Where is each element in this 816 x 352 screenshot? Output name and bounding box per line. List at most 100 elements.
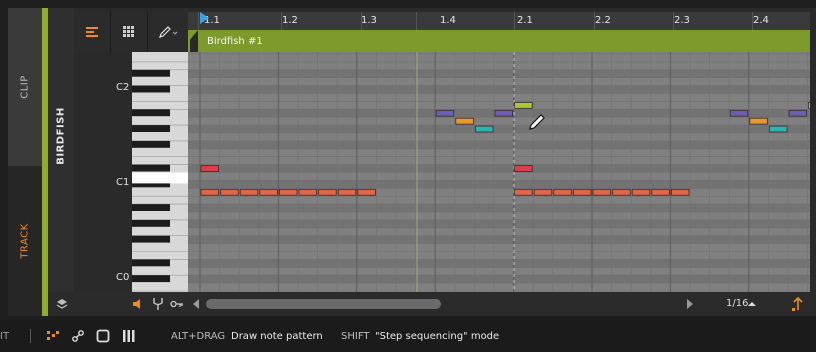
grid-pitch-row — [188, 85, 810, 94]
hovered-white-key[interactable] — [132, 172, 188, 184]
midi-note[interactable] — [279, 188, 298, 196]
grid-pitch-row — [188, 125, 810, 133]
editor-footer: 1/16 — [48, 292, 810, 316]
ruler-label: 1.4 — [440, 15, 456, 26]
piano-keyboard[interactable]: C2 C1 C0 — [74, 52, 188, 300]
black-key[interactable] — [132, 69, 170, 77]
black-key[interactable] — [132, 109, 170, 117]
fork-icon[interactable] — [152, 297, 164, 311]
key-label-c2: C2 — [116, 82, 130, 93]
midi-note[interactable] — [318, 188, 337, 196]
grid-pitch-row — [188, 180, 810, 189]
black-key[interactable] — [132, 219, 170, 227]
scroll-left-icon[interactable] — [192, 299, 200, 309]
midi-note[interactable] — [239, 188, 259, 196]
black-key[interactable] — [132, 140, 170, 148]
grid-pitch-row — [188, 212, 810, 220]
midi-note[interactable] — [474, 125, 494, 133]
clip-header[interactable]: Birdfish #1 — [198, 30, 810, 52]
pencil-icon — [159, 26, 178, 38]
midi-note[interactable] — [651, 188, 670, 196]
horizontal-scrollbar-thumb[interactable] — [206, 299, 441, 309]
midi-note[interactable] — [435, 109, 455, 117]
midi-note[interactable] — [494, 109, 514, 117]
midi-note[interactable] — [337, 188, 357, 196]
midi-note[interactable] — [514, 102, 533, 109]
midi-note[interactable] — [631, 188, 651, 196]
clip-name: Birdfish #1 — [207, 36, 263, 47]
speaker-icon[interactable] — [132, 298, 144, 310]
grid-pitch-row — [188, 69, 810, 78]
chevron-up-icon[interactable] — [748, 301, 756, 307]
grid-resolution-select[interactable]: 1/16 — [726, 298, 748, 309]
ruler-label: 2.3 — [674, 15, 690, 26]
grid-pitch-row — [188, 140, 810, 149]
midi-note[interactable] — [553, 188, 572, 196]
midi-note[interactable] — [612, 188, 631, 196]
grid-pitch-row — [188, 164, 810, 173]
snap-toggle-icon[interactable] — [792, 297, 804, 311]
midi-note[interactable] — [533, 188, 553, 196]
grid-pitch-row — [188, 219, 810, 228]
black-key[interactable] — [132, 259, 170, 267]
midi-note[interactable] — [514, 165, 533, 172]
pattern-icon[interactable] — [46, 330, 60, 342]
grid-pitch-row — [188, 93, 810, 102]
midi-note[interactable] — [572, 188, 592, 196]
draw-tool-button[interactable] — [148, 12, 188, 52]
piano-roll-icon — [86, 27, 98, 37]
midi-note[interactable] — [769, 125, 788, 133]
columns-icon[interactable] — [122, 329, 136, 343]
playhead-marker-icon[interactable] — [200, 12, 210, 24]
midi-note[interactable] — [200, 165, 220, 172]
black-key[interactable] — [132, 275, 170, 283]
midi-note[interactable] — [357, 188, 376, 196]
piano-roll-view-button[interactable] — [74, 12, 111, 52]
tab-clip[interactable]: CLIP — [8, 8, 43, 166]
midi-note[interactable] — [298, 188, 318, 196]
midi-note[interactable] — [455, 117, 474, 125]
note-grid[interactable] — [188, 52, 810, 292]
status-divider — [30, 329, 31, 343]
scroll-right-icon[interactable] — [686, 299, 694, 309]
tab-track[interactable]: TRACK — [8, 166, 43, 316]
grid-pitch-row — [188, 275, 810, 284]
tab-track-label: TRACK — [19, 223, 31, 259]
midi-note[interactable] — [729, 109, 749, 117]
ruler-label: 1.2 — [282, 15, 298, 26]
ruler-label: 2.4 — [753, 15, 769, 26]
grid-pitch-row — [188, 227, 810, 236]
midi-note[interactable] — [592, 188, 612, 196]
midi-note[interactable] — [670, 188, 690, 196]
status-left-cut: IT — [0, 331, 10, 342]
square-icon[interactable] — [96, 329, 110, 343]
ruler-label: 2.1 — [517, 15, 533, 26]
black-key[interactable] — [132, 164, 170, 172]
grid-icon — [123, 26, 134, 37]
midi-note[interactable] — [259, 188, 278, 196]
drum-grid-view-button[interactable] — [111, 12, 148, 52]
layers-icon[interactable] — [56, 298, 68, 310]
grid-pitch-row — [188, 61, 810, 70]
track-name-column: BIRDFISH — [48, 8, 74, 316]
timeline-ruler[interactable]: 1.1 1.2 1.3 1.4 2.1 2.2 2.3 2.4 — [188, 12, 810, 31]
black-key[interactable] — [132, 85, 170, 93]
black-key[interactable] — [132, 125, 170, 132]
midi-note[interactable] — [788, 109, 808, 117]
piano-keys[interactable] — [74, 52, 188, 300]
ruler-label: 2.2 — [595, 15, 611, 26]
black-key[interactable] — [132, 204, 170, 211]
link-icon[interactable] — [72, 330, 84, 342]
black-key[interactable] — [132, 235, 170, 243]
midi-note[interactable] — [514, 188, 533, 196]
editor-toolbar — [74, 12, 188, 52]
key-icon[interactable] — [170, 299, 184, 309]
grid-pitch-row — [188, 172, 810, 181]
key-label-c0: C0 — [116, 272, 130, 283]
clip-start-handle[interactable] — [188, 30, 198, 52]
midi-note[interactable] — [200, 188, 220, 196]
midi-note[interactable] — [220, 188, 239, 196]
note-grid-canvas[interactable] — [188, 52, 810, 292]
midi-note[interactable] — [749, 117, 768, 125]
midi-note[interactable] — [808, 102, 810, 109]
